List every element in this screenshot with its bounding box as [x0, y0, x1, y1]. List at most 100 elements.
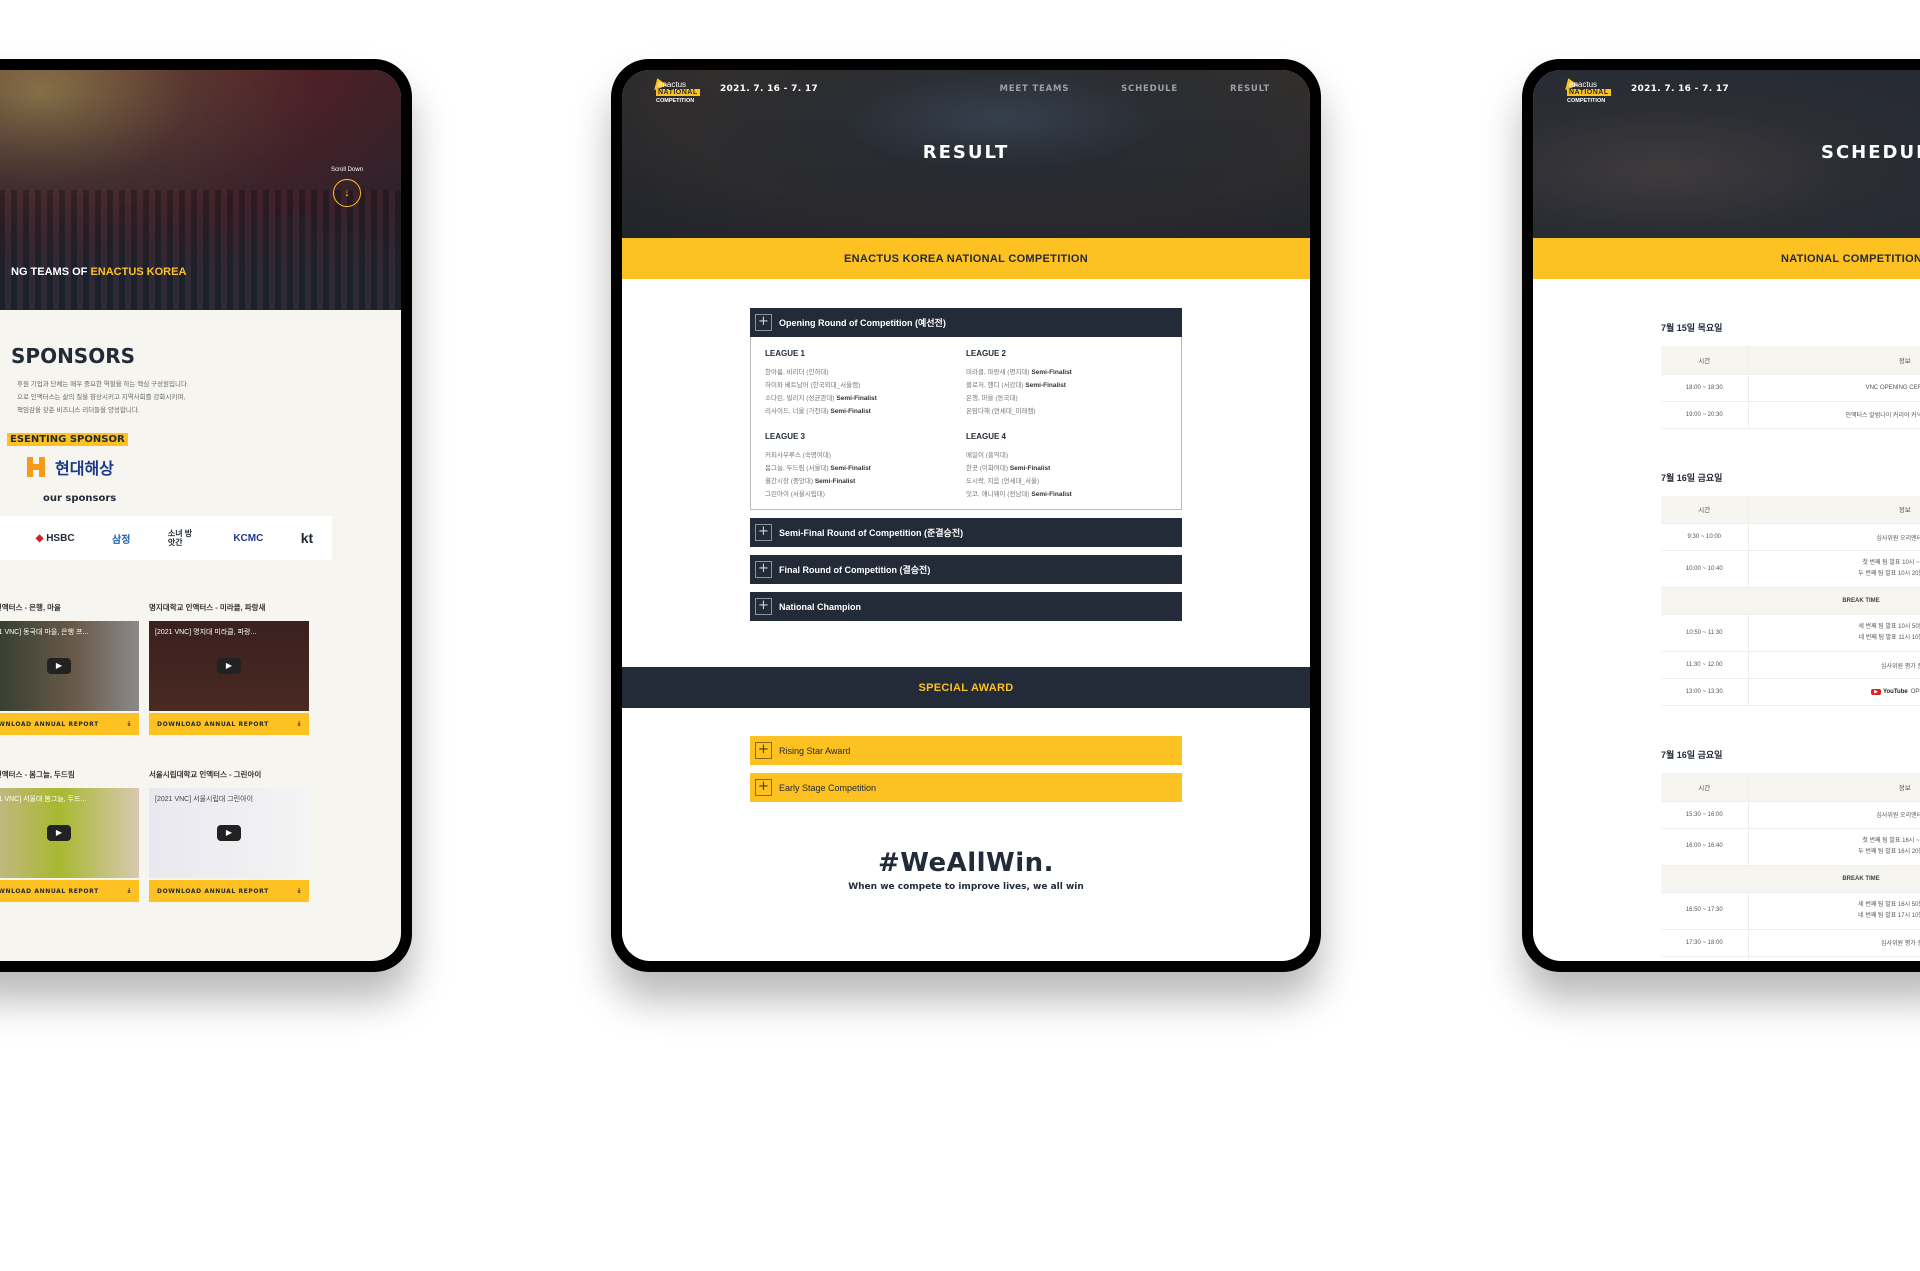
video-thumbnail[interactable]: [2021 VNC] 서울시립대 그린아이 ▶ — [149, 788, 309, 878]
info-line: 첫 번째 팀 발표 16시 ~ 16시 20분 — [1862, 837, 1920, 844]
info-line: 심사위원 평가 종합 — [1881, 941, 1920, 947]
download-report-button[interactable]: DOWNLOAD ANNUAL REPORT⤓ — [0, 713, 139, 735]
schedule-table: 시간정보18:00 ~ 18:30 VNC OPENING CEREMONY 19:… — [1661, 346, 1920, 429]
download-report-button[interactable]: DOWNLOAD ANNUAL REPORT⤓ — [149, 713, 309, 735]
plus-icon[interactable]: + — [755, 314, 772, 331]
section-header: NATIONAL COMPETITION S — [1533, 238, 1920, 279]
accordion-rising-star[interactable]: + Rising Star Award — [750, 736, 1182, 765]
info-cell: 인액터스 알럼나이 커리어 커넥션 VIRUTAL CA — [1748, 401, 1920, 429]
break-time: BREAK TIME — [1661, 865, 1920, 893]
hero-banner: enactus NATIONAL COMPETITION 2021. 7. 16… — [1533, 70, 1920, 238]
sponsor-logo: ◆ HSBC — [35, 532, 75, 544]
scroll-down[interactable]: Scroll Down ↓ — [331, 167, 363, 207]
schedule-day-title: 7월 16일 금요일 — [1661, 472, 1723, 483]
table-row: 18:00 ~ 18:30▶YouTubeSEMI-FINA — [1661, 956, 1920, 961]
nav-result[interactable]: RESULT — [1230, 84, 1270, 94]
presenting-sponsor-name: 현대해상 — [55, 461, 114, 478]
accordion-semi-final[interactable]: + Semi-Final Round of Competition (준결승전) — [750, 518, 1182, 547]
accordion-label: Final Round of Competition (결승전) — [779, 565, 931, 575]
youtube-label[interactable]: YouTube — [1883, 689, 1908, 695]
play-icon[interactable]: ▶ — [217, 658, 241, 674]
sponsors-section: SPONSORS 후원 기업과 단체는 매우 중요한 역할을 하는 핵심 구성원… — [0, 344, 401, 902]
col-time: 시간 — [1661, 346, 1749, 375]
presenting-sponsor-logo: 현대해상 — [27, 455, 401, 479]
info-cell: 심사위원 평가 종합 — [1748, 929, 1920, 957]
league-block: LEAGUE 2 미라클, 파랑새 (명지대) Semi-Finalist 클로저,… — [966, 349, 1167, 418]
info-line: VNC OPENING CEREMONY — [1865, 384, 1920, 391]
video-title: [2021 VNC] 서울시립대 그린아이 — [155, 796, 254, 803]
team-card: 학교 인액터스 - 봄그늘, 두드림 [2021 VNC] 서울대 봄그늘, 두… — [0, 769, 139, 902]
schedule-table: 시간정보15:30 ~ 16:00 심사위원 오리엔테이션 16:00 ~ 16:4… — [1661, 773, 1920, 961]
accordion-early-stage[interactable]: + Early Stage Competition — [750, 773, 1182, 802]
video-title: [2021 VNC] 서울대 봄그늘, 두드... — [0, 796, 87, 803]
presenting-sponsor-label: ESENTING SPONSOR — [7, 433, 128, 446]
info-line: 심사위원 오리엔테이션 — [1876, 535, 1920, 542]
video-thumbnail[interactable]: [2021 VNC] 서울대 봄그늘, 두드... ▶ — [0, 788, 139, 878]
time-cell: 16:50 ~ 17:30 — [1661, 892, 1749, 930]
table-row: 19:00 ~ 20:30 인액터스 알럼나이 커리어 커넥션 VIRUTAL C… — [1661, 401, 1920, 429]
logo-competition: COMPETITION — [1567, 98, 1606, 104]
league-block: LEAGUE 1 한아름, 비리더 (인하대) 하이파 베트남어 (한국외대_서울캠… — [765, 349, 966, 418]
col-time: 시간 — [1661, 773, 1749, 802]
team-entry: 미라클, 파랑새 (명지대) Semi-Finalist — [966, 369, 1072, 376]
enactus-logo[interactable]: enactus NATIONAL COMPETITION — [650, 75, 710, 108]
download-report-button[interactable]: DOWNLOAD ANNUAL REPORT⤓ — [0, 880, 139, 902]
download-icon: ⤓ — [297, 887, 301, 894]
rounds-accordion: + Opening Round of Competition (예선전) LEA… — [750, 308, 1182, 621]
plus-icon[interactable]: + — [755, 561, 772, 578]
team-entry: 잇코, 애니웨이 (전남대) Semi-Finalist — [966, 491, 1072, 498]
section-header: ENACTUS KOREA NATIONAL COMPETITION — [622, 238, 1310, 279]
table-header: 시간 정보 — [1661, 773, 1920, 802]
info-line: 세 번째 팀 발표 10시 50분 ~ 11시 10 — [1858, 624, 1920, 630]
table-row: 10:00 ~ 10:40첫 번째 팀 발표 10시 ~ 10시 20분두 번째… — [1661, 550, 1920, 588]
opening-round-results: LEAGUE 1 한아름, 비리더 (인하대) 하이파 베트남어 (한국외대_서울캠… — [750, 337, 1182, 510]
team-entry: 리사이드, 너울 (가천대) Semi-Finalist — [765, 408, 871, 415]
desc-line: 으로 인액터스는 삶의 질을 향상시키고 지역사회를 강화시키며, — [17, 394, 186, 401]
enactus-logo[interactable]: enactus NATIONAL COMPETITION — [1561, 75, 1621, 108]
logo-national: NATIONAL — [656, 89, 700, 96]
scroll-down-label: Scroll Down — [330, 167, 363, 173]
accordion-final-round[interactable]: + Final Round of Competition (결승전) — [750, 555, 1182, 584]
card-title: 서울시립대학교 인액터스 - 그린아이 — [149, 770, 262, 779]
play-icon[interactable]: ▶ — [47, 658, 71, 674]
download-report-button[interactable]: DOWNLOAD ANNUAL REPORT⤓ — [149, 880, 309, 902]
hero-banner: enactus NATIONAL COMPETITION 2021. 7. 16… — [622, 70, 1310, 238]
team-entry: 월간시장 (중앙대) Semi-Finalist — [765, 478, 856, 485]
result-page: enactus NATIONAL COMPETITION 2021. 7. 16… — [622, 70, 1310, 961]
team-card: 학교 인액터스 - 은행, 마을 [2021 VNC] 동국대 마을, 은행 프… — [0, 602, 139, 735]
team-video-grid: 학교 인액터스 - 은행, 마을 [2021 VNC] 동국대 마을, 은행 프… — [0, 602, 401, 902]
sponsor-logo: 소녀 방앗간 — [167, 529, 193, 547]
accordion-national-champion[interactable]: + National Champion — [750, 592, 1182, 621]
play-icon[interactable]: ▶ — [47, 825, 71, 841]
time-cell: 15:30 ~ 16:00 — [1661, 801, 1749, 829]
team-card: 명지대학교 인액터스 - 미라클, 파랑새 [2021 VNC] 명지대 미라클… — [149, 602, 309, 735]
hero-banner: Scroll Down ↓ NG TEAMS OF ENACTUS KOREA — [0, 70, 401, 310]
plus-icon[interactable]: + — [755, 524, 772, 541]
info-cell: 심사위원 오리엔테이션 — [1748, 523, 1920, 551]
video-thumbnail[interactable]: [2021 VNC] 동국대 마을, 은행 프... ▶ — [0, 621, 139, 711]
accordion-label: Rising Star Award — [779, 745, 851, 756]
play-icon[interactable]: ▶ — [217, 825, 241, 841]
nav-meet-teams[interactable]: MEET TEAMS — [1000, 84, 1070, 94]
team-entry: 클로저, 핸디 (서강대) Semi-Finalist — [966, 382, 1066, 389]
plus-icon[interactable]: + — [755, 598, 772, 615]
info-cell: 첫 번째 팀 발표 16시 ~ 16시 20분두 번째 팀 발표 16시 20분… — [1748, 828, 1920, 866]
youtube-icon[interactable]: ▶ — [1871, 689, 1881, 695]
download-icon: ⤓ — [127, 887, 131, 894]
plus-icon[interactable]: + — [755, 742, 772, 759]
arrow-down-icon[interactable]: ↓ — [332, 179, 361, 207]
card-title: 학교 인액터스 - 은행, 마을 — [0, 603, 61, 612]
video-thumbnail[interactable]: [2021 VNC] 명지대 미라클, 파랑... ▶ — [149, 621, 309, 711]
table-row: 10:50 ~ 11:30 세 번째 팀 발표 10시 50분 ~ 11시 10 네… — [1661, 614, 1920, 652]
info-cell: ▶YouTubeOPENING — [1748, 678, 1920, 706]
time-cell: 11:30 ~ 12:00 — [1661, 651, 1749, 679]
semi-finalist-badge: Semi-Finalist — [1031, 491, 1072, 498]
accordion-opening-round[interactable]: + Opening Round of Competition (예선전) — [750, 308, 1182, 337]
plus-icon[interactable]: + — [755, 779, 772, 796]
main-nav: MEET TEAMS SCHEDULE RESULT — [1000, 84, 1270, 94]
accordion-label: National Champion — [779, 601, 862, 612]
info-cell: 세 번째 팀 발표 10시 50분 ~ 11시 10 네 번째 팀 발표 11시 … — [1748, 614, 1920, 652]
nav-schedule[interactable]: SCHEDULE — [1121, 84, 1178, 94]
accordion-label: Semi-Final Round of Competition (준결승전) — [779, 528, 964, 538]
table-header: 시간 정보 — [1661, 495, 1920, 524]
